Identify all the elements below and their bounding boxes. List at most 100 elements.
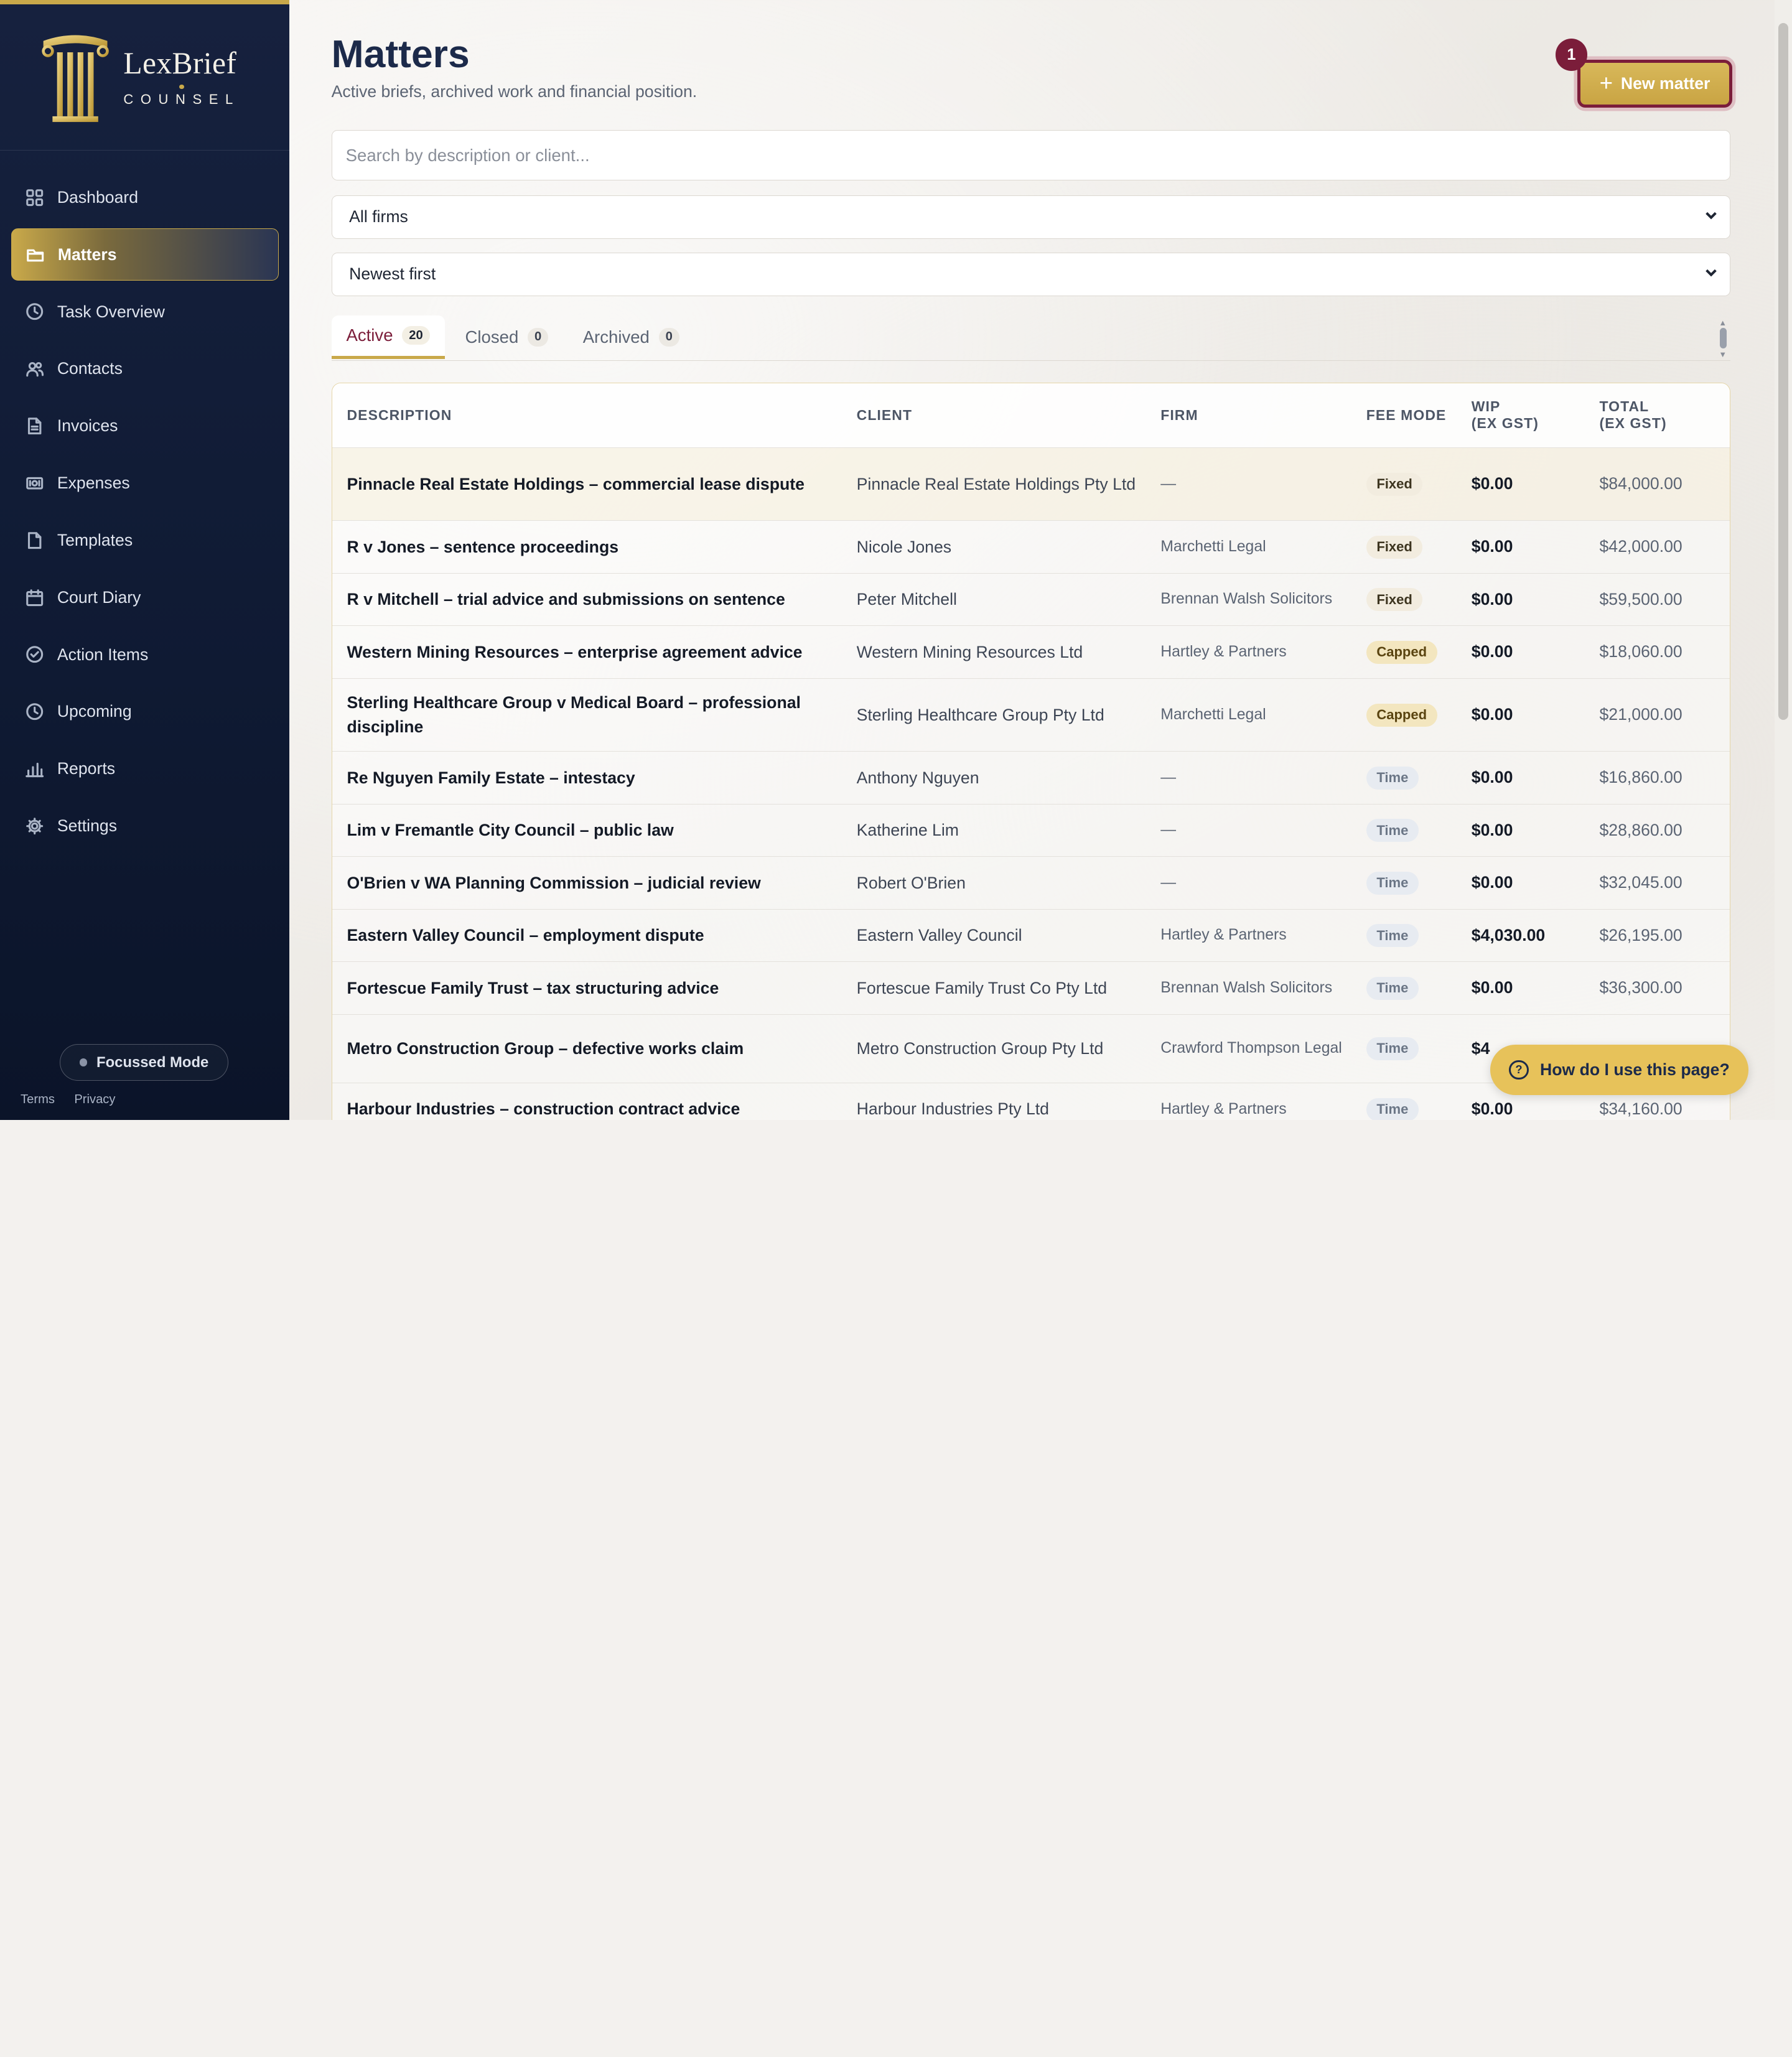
table-row[interactable]: R v Mitchell – trial advice and submissi… xyxy=(332,572,1730,626)
matter-firm: Marchetti Legal xyxy=(1146,520,1351,574)
table-row[interactable]: Pinnacle Real Estate Holdings – commerci… xyxy=(332,447,1730,521)
fee-mode-badge: Fixed xyxy=(1366,472,1423,496)
table-row[interactable]: Lim v Fremantle City Council – public la… xyxy=(332,803,1730,857)
sidebar-item-label: Court Diary xyxy=(57,587,141,607)
matter-description: Re Nguyen Family Estate – intestacy xyxy=(332,751,842,805)
calendar-icon xyxy=(25,588,44,607)
focussed-mode-button[interactable]: Focussed Mode xyxy=(59,1044,229,1081)
table-row[interactable]: R v Jones – sentence proceedings Nicole J… xyxy=(332,520,1730,574)
page-scroll-thumb[interactable] xyxy=(1778,22,1789,721)
matter-wip: $0.00 xyxy=(1456,572,1585,626)
scroll-thumb[interactable] xyxy=(1720,328,1727,349)
matter-total: $21,000.00 xyxy=(1584,678,1730,752)
table-row[interactable]: Western Mining Resources – enterprise ag… xyxy=(332,625,1730,679)
matter-description: R v Jones – sentence proceedings xyxy=(332,520,842,574)
brand-dot xyxy=(179,84,184,89)
matter-firm: — xyxy=(1146,803,1351,857)
matter-firm: — xyxy=(1146,856,1351,910)
sidebar-item-expenses[interactable]: Expenses xyxy=(11,457,279,509)
table-row[interactable]: Eastern Valley Council – employment disp… xyxy=(332,908,1730,962)
matter-client: Western Mining Resources Ltd xyxy=(841,625,1146,679)
matter-fee-mode-cell: Time xyxy=(1351,856,1457,910)
check-circle-icon xyxy=(25,645,44,664)
sidebar-item-reports[interactable]: Reports xyxy=(11,742,279,795)
matter-firm: — xyxy=(1146,447,1351,521)
column-header-client[interactable]: CLIENT xyxy=(841,383,1146,448)
sidebar-item-label: Reports xyxy=(57,759,116,778)
column-header-wip[interactable]: WIP (EX GST) xyxy=(1456,383,1585,448)
table-row[interactable]: Fortescue Family Trust – tax structuring… xyxy=(332,961,1730,1015)
matter-fee-mode-cell: Capped xyxy=(1351,625,1457,679)
sidebar-item-label: Templates xyxy=(57,530,133,549)
column-header-total-sub: (EX GST) xyxy=(1599,415,1667,432)
sidebar-item-contacts[interactable]: Contacts xyxy=(11,343,279,395)
matter-total: $36,300.00 xyxy=(1584,961,1730,1015)
sidebar-item-action-items[interactable]: Action Items xyxy=(11,628,279,681)
clock-icon xyxy=(25,702,44,721)
page-scrollbar[interactable] xyxy=(1775,0,1792,1120)
privacy-link[interactable]: Privacy xyxy=(74,1093,115,1106)
tabs-scrollbar[interactable]: ▲ ▼ xyxy=(1718,318,1729,359)
tab-archived[interactable]: Archived 0 xyxy=(568,315,694,359)
chevron-down-icon xyxy=(1704,264,1718,284)
app-window: LexBrief COUNSEL Dashboard Matters Task … xyxy=(0,0,1792,1120)
tab-closed[interactable]: Closed 0 xyxy=(450,315,563,359)
tab-label: Active xyxy=(346,325,393,345)
matter-fee-mode-cell: Fixed xyxy=(1351,520,1457,574)
pillar-logo-icon xyxy=(42,35,109,123)
file-icon xyxy=(25,531,44,550)
new-matter-button[interactable]: + New matter xyxy=(1577,59,1733,108)
matter-client: Eastern Valley Council xyxy=(841,908,1146,962)
scroll-down-icon[interactable]: ▼ xyxy=(1719,350,1727,359)
matter-description: Lim v Fremantle City Council – public la… xyxy=(332,803,842,857)
terms-link[interactable]: Terms xyxy=(21,1093,55,1106)
matter-total: $32,045.00 xyxy=(1584,856,1730,910)
matter-client: Peter Mitchell xyxy=(841,572,1146,626)
sidebar-item-court-diary[interactable]: Court Diary xyxy=(11,571,279,623)
matter-firm: Marchetti Legal xyxy=(1146,678,1351,752)
column-header-firm[interactable]: FIRM xyxy=(1146,383,1351,448)
table-row[interactable]: Sterling Healthcare Group v Medical Boar… xyxy=(332,678,1730,752)
sidebar-item-invoices[interactable]: Invoices xyxy=(11,399,279,452)
tab-count-badge: 0 xyxy=(527,327,549,347)
sidebar-item-upcoming[interactable]: Upcoming xyxy=(11,686,279,738)
sidebar-item-matters[interactable]: Matters xyxy=(11,228,279,281)
fee-mode-badge: Capped xyxy=(1366,703,1437,727)
brand-subtitle: COUNSEL xyxy=(123,91,240,107)
column-header-total[interactable]: TOTAL (EX GST) xyxy=(1584,383,1730,448)
matter-client: Katherine Lim xyxy=(841,803,1146,857)
sidebar-item-dashboard[interactable]: Dashboard xyxy=(11,171,279,223)
sidebar-item-task-overview[interactable]: Task Overview xyxy=(11,286,279,338)
brand[interactable]: LexBrief COUNSEL xyxy=(0,4,289,151)
sort-select[interactable]: Newest first xyxy=(331,252,1730,296)
column-header-fee-mode[interactable]: FEE MODE xyxy=(1351,383,1457,448)
table-body: Pinnacle Real Estate Holdings – commerci… xyxy=(332,447,1730,1120)
sidebar-item-label: Dashboard xyxy=(57,187,139,207)
page-subtitle: Active briefs, archived work and financi… xyxy=(331,82,698,101)
matter-total: $59,500.00 xyxy=(1584,572,1730,626)
matter-fee-mode-cell: Time xyxy=(1351,1014,1457,1083)
scroll-up-icon[interactable]: ▲ xyxy=(1719,318,1727,327)
table-row[interactable]: Re Nguyen Family Estate – intestacy Antho… xyxy=(332,751,1730,805)
tab-count-badge: 0 xyxy=(658,327,679,347)
tab-label: Archived xyxy=(582,327,650,347)
table-row[interactable]: O'Brien v WA Planning Commission – judic… xyxy=(332,856,1730,910)
help-button[interactable]: ? How do I use this page? xyxy=(1490,1044,1749,1095)
notification-badge: 1 xyxy=(1555,39,1588,71)
matter-description: Fortescue Family Trust – tax structuring… xyxy=(332,961,842,1015)
firm-select[interactable]: All firms xyxy=(331,195,1730,239)
tab-count-badge: 20 xyxy=(402,326,430,345)
matter-description: Metro Construction Group – defective wor… xyxy=(332,1014,842,1083)
tab-active[interactable]: Active 20 xyxy=(331,315,445,359)
sidebar-item-settings[interactable]: Settings xyxy=(11,800,279,852)
matter-description: Sterling Healthcare Group v Medical Boar… xyxy=(332,678,842,752)
fee-mode-badge: Capped xyxy=(1366,640,1437,664)
matter-firm: Brennan Walsh Solicitors xyxy=(1146,572,1351,626)
matter-fee-mode-cell: Time xyxy=(1351,1082,1457,1120)
footer-links: Terms Privacy xyxy=(21,1093,131,1107)
status-dot-icon xyxy=(79,1058,88,1067)
column-header-description[interactable]: DESCRIPTION xyxy=(332,383,842,448)
matter-total: $28,860.00 xyxy=(1584,803,1730,857)
sidebar-item-templates[interactable]: Templates xyxy=(11,514,279,566)
search-input[interactable] xyxy=(331,130,1730,181)
